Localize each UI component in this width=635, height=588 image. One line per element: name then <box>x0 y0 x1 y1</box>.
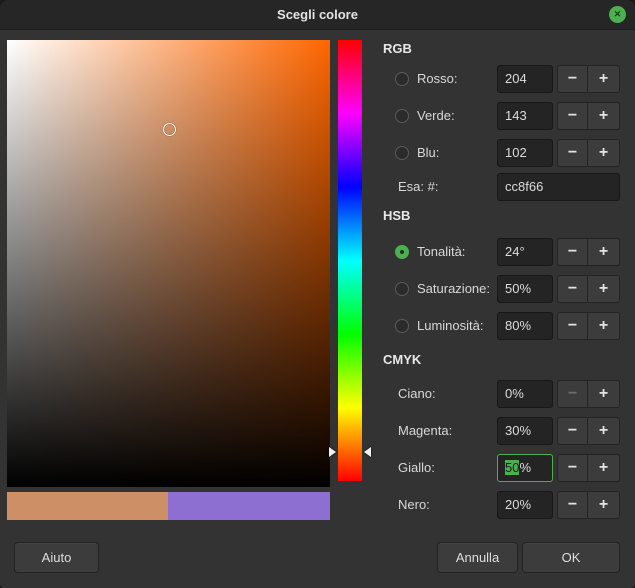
row-nero: Nero: 20% − + <box>383 491 620 519</box>
sv-square[interactable] <box>7 40 330 487</box>
giallo-minus-button[interactable]: − <box>557 454 588 482</box>
hsb-header: HSB <box>383 208 410 223</box>
rosso-stepper: − + <box>557 65 620 93</box>
ciano-plus-button[interactable]: + <box>588 380 620 408</box>
tonalita-plus-button[interactable]: + <box>588 238 620 266</box>
luminosita-label: Luminosità: <box>417 312 483 340</box>
rosso-label: Rosso: <box>417 65 457 93</box>
ciano-minus-button[interactable]: − <box>557 380 588 408</box>
rosso-field[interactable]: 204 <box>497 65 553 93</box>
rosso-plus-button[interactable]: + <box>588 65 620 93</box>
ciano-stepper: − + <box>557 380 620 408</box>
swatch-previous <box>168 492 330 520</box>
hue-indicator-right-arrow-icon <box>364 447 371 457</box>
nero-minus-button[interactable]: − <box>557 491 588 519</box>
blu-minus-button[interactable]: − <box>557 139 588 167</box>
ciano-field[interactable]: 0% <box>497 380 553 408</box>
verde-field[interactable]: 143 <box>497 102 553 130</box>
giallo-plus-button[interactable]: + <box>588 454 620 482</box>
tonalita-stepper: − + <box>557 238 620 266</box>
blu-plus-button[interactable]: + <box>588 139 620 167</box>
luminosita-minus-button[interactable]: − <box>557 312 588 340</box>
nero-field[interactable]: 20% <box>497 491 553 519</box>
row-giallo: Giallo: 50% − + <box>383 454 620 482</box>
close-icon: ✕ <box>614 10 622 19</box>
rgb-header: RGB <box>383 41 412 56</box>
saturazione-stepper: − + <box>557 275 620 303</box>
verde-plus-button[interactable]: + <box>588 102 620 130</box>
verde-label: Verde: <box>417 102 455 130</box>
radio-verde[interactable] <box>395 109 409 123</box>
cmyk-header: CMYK <box>383 352 421 367</box>
close-button[interactable]: ✕ <box>609 6 626 23</box>
row-magenta: Magenta: 30% − + <box>383 417 620 445</box>
titlebar: Scegli colore ✕ <box>0 0 635 30</box>
verde-minus-button[interactable]: − <box>557 102 588 130</box>
row-verde: Verde: 143 − + <box>383 102 620 130</box>
ok-button[interactable]: OK <box>522 542 620 573</box>
luminosita-field[interactable]: 80% <box>497 312 553 340</box>
hue-slider[interactable] <box>338 40 362 481</box>
tonalita-minus-button[interactable]: − <box>557 238 588 266</box>
giallo-stepper: − + <box>557 454 620 482</box>
nero-label: Nero: <box>398 491 430 519</box>
row-rosso: Rosso: 204 − + <box>383 65 620 93</box>
saturazione-plus-button[interactable]: + <box>588 275 620 303</box>
magenta-minus-button[interactable]: − <box>557 417 588 445</box>
magenta-plus-button[interactable]: + <box>588 417 620 445</box>
sv-cursor[interactable] <box>163 123 176 136</box>
giallo-selected-text: 50 <box>505 460 519 475</box>
magenta-stepper: − + <box>557 417 620 445</box>
swatch-current <box>7 492 168 520</box>
row-blu: Blu: 102 − + <box>383 139 620 167</box>
verde-stepper: − + <box>557 102 620 130</box>
radio-luminosita[interactable] <box>395 319 409 333</box>
giallo-field[interactable]: 50% <box>497 454 553 482</box>
nero-stepper: − + <box>557 491 620 519</box>
tonalita-field[interactable]: 24° <box>497 238 553 266</box>
radio-tonalita[interactable] <box>395 245 409 259</box>
saturazione-minus-button[interactable]: − <box>557 275 588 303</box>
row-hex: Esa: #: cc8f66 <box>383 173 620 201</box>
radio-saturazione[interactable] <box>395 282 409 296</box>
row-tonalita: Tonalità: 24° − + <box>383 238 620 266</box>
row-ciano: Ciano: 0% − + <box>383 380 620 408</box>
magenta-field[interactable]: 30% <box>497 417 553 445</box>
cancel-button[interactable]: Annulla <box>437 542 518 573</box>
hue-indicator-left-arrow-icon <box>329 447 336 457</box>
saturazione-label: Saturazione: <box>417 275 490 303</box>
row-luminosita: Luminosità: 80% − + <box>383 312 620 340</box>
giallo-label: Giallo: <box>398 454 435 482</box>
giallo-suffix-text: % <box>519 460 531 475</box>
luminosita-stepper: − + <box>557 312 620 340</box>
saturazione-field[interactable]: 50% <box>497 275 553 303</box>
radio-rosso[interactable] <box>395 72 409 86</box>
color-chooser-dialog: Scegli colore ✕ RGB Rosso: 204 − + Verde… <box>0 0 635 588</box>
rosso-minus-button[interactable]: − <box>557 65 588 93</box>
nero-plus-button[interactable]: + <box>588 491 620 519</box>
hex-label: Esa: #: <box>398 173 438 201</box>
magenta-label: Magenta: <box>398 417 452 445</box>
help-button[interactable]: Aiuto <box>14 542 99 573</box>
radio-blu[interactable] <box>395 146 409 160</box>
blu-field[interactable]: 102 <box>497 139 553 167</box>
blu-stepper: − + <box>557 139 620 167</box>
window-title: Scegli colore <box>277 7 358 22</box>
luminosita-plus-button[interactable]: + <box>588 312 620 340</box>
hex-field[interactable]: cc8f66 <box>497 173 620 201</box>
blu-label: Blu: <box>417 139 439 167</box>
ciano-label: Ciano: <box>398 380 436 408</box>
row-saturazione: Saturazione: 50% − + <box>383 275 620 303</box>
tonalita-label: Tonalità: <box>417 238 465 266</box>
